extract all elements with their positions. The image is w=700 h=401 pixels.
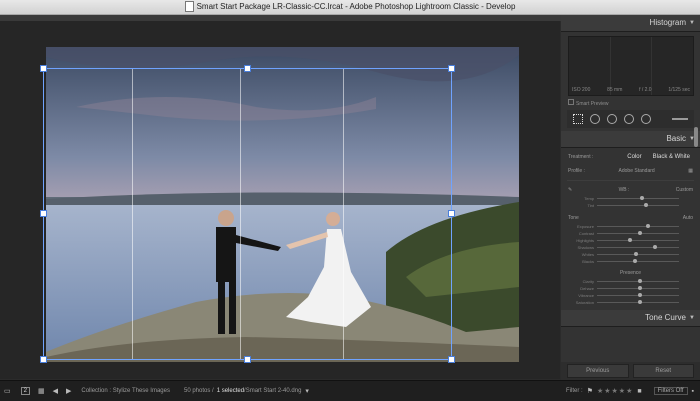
red-eye-icon[interactable] bbox=[607, 114, 617, 124]
filmstrip-toggle-icon[interactable]: ▭ bbox=[4, 387, 11, 395]
spot-removal-icon[interactable] bbox=[590, 114, 600, 124]
basic-title: Basic bbox=[666, 134, 686, 143]
panel-scrollbar[interactable] bbox=[694, 127, 698, 147]
crop-handle-top-right[interactable] bbox=[448, 65, 455, 72]
selected-count: 1 selected bbox=[216, 388, 245, 394]
basic-header[interactable]: Basic ▼ bbox=[561, 131, 700, 148]
collapse-triangle-icon: ▼ bbox=[689, 315, 695, 321]
tool-strip bbox=[567, 110, 694, 128]
grid-view-icon[interactable]: ▦ bbox=[38, 387, 45, 395]
treatment-bw-button[interactable]: Black & White bbox=[650, 153, 693, 161]
dropdown-arrow-icon[interactable]: ▾ bbox=[305, 387, 309, 395]
collapse-triangle-icon: ▼ bbox=[689, 20, 695, 26]
profile-browser-icon[interactable]: ▦ bbox=[688, 168, 693, 174]
filter-lock-icon[interactable]: ▪ bbox=[692, 388, 694, 395]
crop-overlay[interactable] bbox=[43, 68, 452, 360]
prev-arrow-icon[interactable]: ◀ bbox=[53, 387, 58, 395]
crop-grid-line bbox=[343, 69, 344, 359]
profile-row: Profile : Adobe Standard ▦ bbox=[561, 166, 700, 176]
secondary-window-number[interactable]: 2 bbox=[20, 387, 30, 395]
radial-filter-icon[interactable] bbox=[641, 114, 651, 124]
wb-label: WB : bbox=[618, 187, 630, 193]
crop-handle-bottom-right[interactable] bbox=[448, 356, 455, 363]
color-label-filter-icon[interactable]: ■ bbox=[637, 388, 641, 395]
iso-value: ISO 200 bbox=[572, 87, 591, 93]
histogram-title: Histogram bbox=[649, 18, 686, 27]
flag-filter-icon[interactable]: ⚑ bbox=[587, 387, 593, 395]
shutter-value: 1/125 sec bbox=[668, 87, 690, 93]
clarity-slider[interactable]: Clarity bbox=[561, 278, 700, 285]
tint-slider[interactable]: Tint bbox=[561, 202, 700, 209]
dehaze-slider[interactable]: Dehaze bbox=[561, 285, 700, 292]
previous-button[interactable]: Previous bbox=[567, 364, 629, 378]
crop-handle-right[interactable] bbox=[448, 210, 455, 217]
crop-handle-bottom-left[interactable] bbox=[40, 356, 47, 363]
smart-preview-label: Smart Preview bbox=[576, 101, 609, 107]
right-panel: Histogram ▼ ISO 200 85 mm f / 2.0 1/125 … bbox=[561, 15, 700, 380]
filmstrip-bar: ▭ 2 ▦ ◀ ▶ Collection : Stylize These Ima… bbox=[0, 380, 700, 401]
wb-row: ✎ WB : Custom bbox=[561, 185, 700, 195]
reset-button[interactable]: Reset bbox=[632, 364, 694, 378]
photo-count: 50 photos / bbox=[183, 388, 214, 394]
smart-preview-row[interactable]: Smart Preview bbox=[568, 99, 693, 107]
filter-label: Filter : bbox=[566, 388, 583, 394]
shadows-slider[interactable]: Shadows bbox=[561, 244, 700, 251]
histogram-display: ISO 200 85 mm f / 2.0 1/125 sec bbox=[568, 36, 694, 96]
document-icon bbox=[184, 1, 194, 13]
presence-row: Presence bbox=[561, 268, 700, 278]
highlights-slider[interactable]: Highlights bbox=[561, 237, 700, 244]
window-titlebar: Smart Start Package LR-Classic-CC.lrcat … bbox=[0, 0, 700, 15]
tone-curve-title: Tone Curve bbox=[645, 313, 686, 322]
collection-path[interactable]: Collection : Stylize These Images bbox=[81, 388, 170, 394]
wb-select[interactable]: Custom bbox=[676, 187, 693, 193]
graduated-filter-icon[interactable] bbox=[624, 114, 634, 124]
treatment-label: Treatment : bbox=[568, 154, 594, 160]
tone-label: Tone bbox=[568, 215, 579, 221]
treatment-row: Treatment : Color Black & White bbox=[561, 152, 700, 162]
brush-slider-icon[interactable] bbox=[672, 118, 688, 120]
presence-label: Presence bbox=[619, 270, 642, 276]
window-title: Smart Start Package LR-Classic-CC.lrcat … bbox=[196, 2, 516, 11]
temp-slider[interactable]: Temp bbox=[561, 195, 700, 202]
smart-preview-checkbox[interactable] bbox=[568, 99, 574, 105]
saturation-slider[interactable]: Saturation bbox=[561, 299, 700, 306]
wb-picker-icon[interactable]: ✎ bbox=[568, 187, 572, 193]
crop-handle-top[interactable] bbox=[244, 65, 251, 72]
treatment-color-button[interactable]: Color bbox=[624, 153, 644, 161]
crop-handle-left[interactable] bbox=[40, 210, 47, 217]
crop-handle-bottom[interactable] bbox=[244, 356, 251, 363]
crop-grid-line bbox=[240, 69, 241, 359]
star-rating-filter[interactable]: ★★★★★ bbox=[597, 387, 633, 395]
crop-tool-icon[interactable] bbox=[573, 114, 583, 124]
histogram-info: ISO 200 85 mm f / 2.0 1/125 sec bbox=[572, 87, 690, 93]
histogram-header[interactable]: Histogram ▼ bbox=[561, 15, 700, 32]
aperture-value: f / 2.0 bbox=[639, 87, 652, 93]
filters-off-select[interactable]: Filters Off bbox=[653, 387, 688, 395]
vibrance-slider[interactable]: Vibrance bbox=[561, 292, 700, 299]
tone-curve-header[interactable]: Tone Curve ▼ bbox=[561, 310, 700, 327]
section-divider bbox=[567, 180, 694, 181]
panel-buttons: Previous Reset bbox=[561, 362, 700, 380]
profile-label: Profile : bbox=[568, 168, 585, 174]
contrast-slider[interactable]: Contrast bbox=[561, 230, 700, 237]
next-arrow-icon[interactable]: ▶ bbox=[66, 387, 71, 395]
crop-handle-top-left[interactable] bbox=[40, 65, 47, 72]
blacks-slider[interactable]: Blacks bbox=[561, 258, 700, 265]
tone-auto-button[interactable]: Auto bbox=[683, 215, 693, 221]
whites-slider[interactable]: Whites bbox=[561, 251, 700, 258]
exposure-slider[interactable]: Exposure bbox=[561, 223, 700, 230]
focal-value: 85 mm bbox=[607, 87, 623, 93]
crop-grid-line bbox=[132, 69, 133, 359]
file-name[interactable]: /Smart Start 2-40.dng bbox=[244, 388, 301, 394]
profile-select[interactable]: Adobe Standard bbox=[619, 168, 655, 174]
tone-row: Tone Auto bbox=[561, 213, 700, 223]
